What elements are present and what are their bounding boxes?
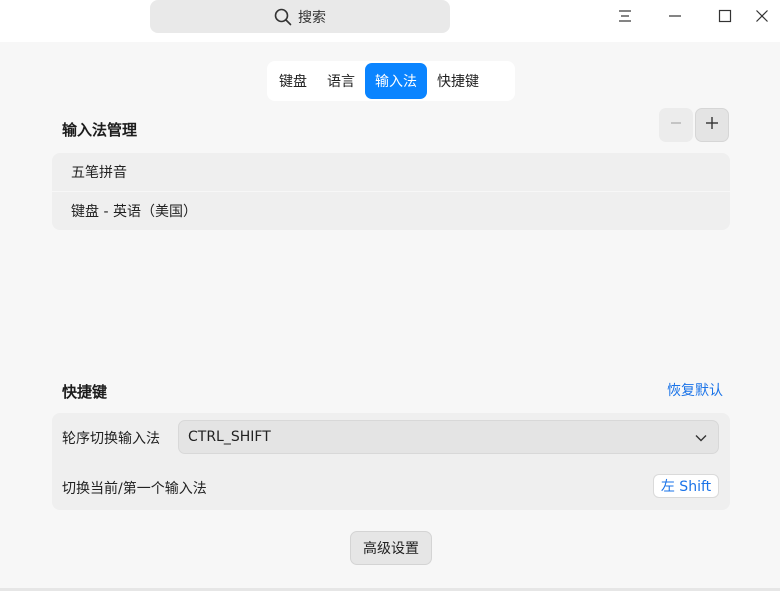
close-button[interactable]	[750, 4, 774, 28]
tab-shortcuts[interactable]: 快捷键	[427, 63, 489, 99]
minimize-button[interactable]	[663, 4, 687, 28]
menu-button[interactable]	[613, 4, 637, 28]
cycle-shortcut-select[interactable]: CTRL_SHIFT	[178, 420, 719, 454]
maximize-icon	[718, 9, 732, 23]
tab-keyboard[interactable]: 键盘	[269, 63, 317, 99]
chevron-down-icon	[694, 431, 708, 449]
switch-shortcut-key[interactable]: 左 Shift	[653, 474, 719, 498]
cycle-input-method-label: 轮序切换输入法	[62, 431, 160, 447]
input-method-list: 五笔拼音 键盘 - 英语（美国）	[52, 153, 730, 230]
close-icon	[755, 9, 769, 23]
search-box[interactable]: 搜索	[150, 0, 450, 33]
switch-input-method-label: 切换当前/第一个输入法	[62, 481, 207, 497]
tab-language[interactable]: 语言	[317, 63, 365, 99]
restore-defaults-link[interactable]: 恢复默认	[667, 380, 723, 400]
search-icon	[274, 8, 292, 26]
title-bar: 搜索	[0, 0, 780, 42]
shortcut-settings-panel: 轮序切换输入法 CTRL_SHIFT 切换当前/第一个输入法 左 Shift	[52, 413, 730, 510]
minimize-icon	[668, 9, 682, 23]
select-value: CTRL_SHIFT	[188, 429, 271, 445]
menu-icon	[618, 9, 632, 23]
shortcuts-title: 快捷键	[62, 383, 108, 401]
add-input-method-button[interactable]	[695, 108, 729, 142]
search-label: 搜索	[298, 9, 326, 26]
minus-icon	[670, 117, 682, 133]
advanced-settings-button[interactable]: 高级设置	[350, 531, 432, 565]
input-method-management-title: 输入法管理	[62, 121, 138, 139]
list-item[interactable]: 键盘 - 英语（美国）	[52, 191, 730, 229]
tab-input-method[interactable]: 输入法	[365, 63, 427, 99]
plus-icon	[705, 116, 719, 134]
remove-input-method-button[interactable]	[659, 108, 693, 142]
list-item[interactable]: 五笔拼音	[52, 153, 730, 191]
maximize-button[interactable]	[713, 4, 737, 28]
tab-bar: 键盘 语言 输入法 快捷键	[267, 61, 515, 101]
